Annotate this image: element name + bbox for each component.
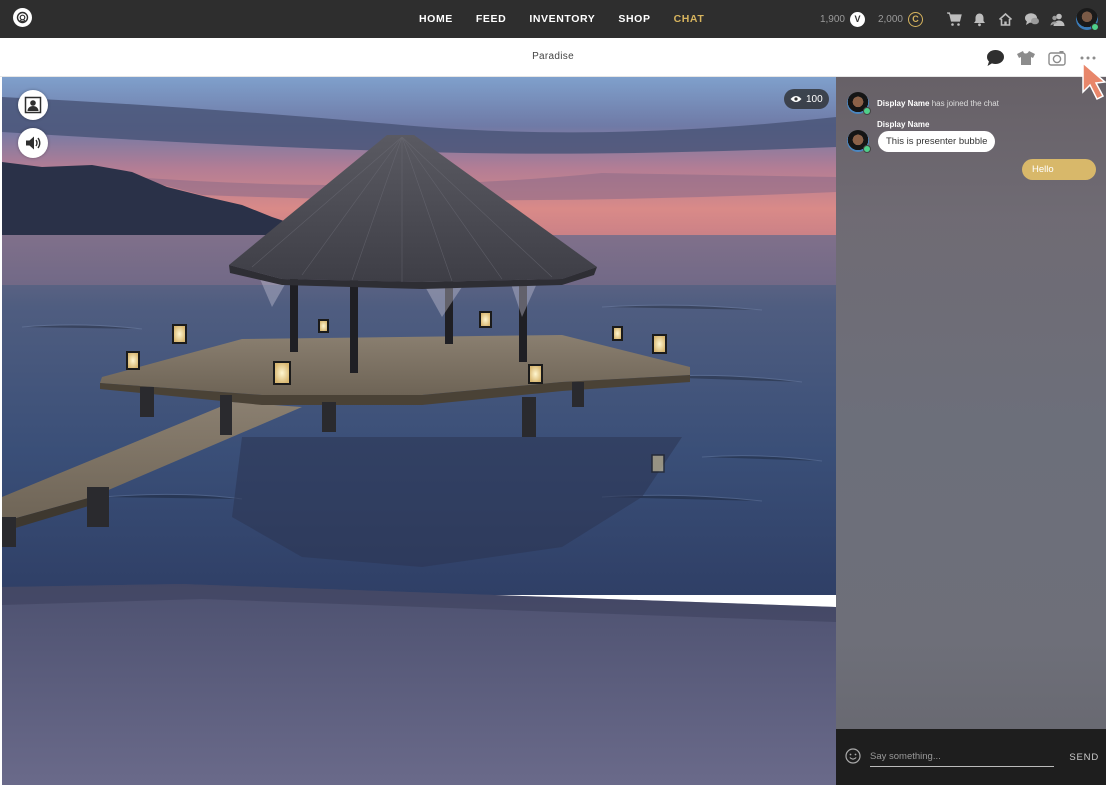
vcoin-balance: 1,900 [819,13,845,25]
nav-home-link[interactable]: HOME [419,13,453,25]
room-scene-viewport[interactable]: 100 [2,77,836,785]
app-logo-icon[interactable] [13,8,32,27]
presenter-sender-name[interactable]: Display Name [877,120,929,129]
mouse-cursor-icon [1082,61,1106,101]
nav-feed-link[interactable]: FEED [476,13,506,25]
eye-icon [790,96,802,102]
system-message-text: Display Name has joined the chat [877,99,999,108]
chat-bubble-icon[interactable] [985,48,1005,68]
credits-balance: 2,000 [877,13,903,25]
chat-panel: Display Name has joined the chat Display… [836,77,1106,785]
presenter-icon [24,96,42,114]
viewer-count: 100 [806,93,823,105]
system-message-body: has joined the chat [931,99,999,108]
system-message-sender[interactable]: Display Name [877,99,929,108]
profile-avatar[interactable] [1076,8,1099,31]
send-button[interactable]: SEND [1069,752,1099,763]
room-header: Paradise [0,38,1106,77]
presenter-bubble: This is presenter bubble [878,131,996,152]
nav-chat-link[interactable]: CHAT [674,13,705,25]
system-message: Display Name has joined the chat [847,92,999,115]
paradise-scene-illustration [2,77,836,785]
emoji-icon[interactable] [845,748,861,764]
chat-input-bar: SEND [836,729,1106,785]
top-navigation: HOME FEED INVENTORY SHOP CHAT 1,900 V 2,… [0,0,1106,38]
avatar[interactable] [847,92,871,115]
cart-icon[interactable] [945,11,962,28]
bell-icon[interactable] [971,11,988,28]
online-status-icon [1091,23,1099,31]
avatar[interactable] [847,130,871,153]
outfit-icon[interactable] [1016,48,1036,68]
camera-icon[interactable] [1047,48,1067,68]
friends-icon[interactable] [1049,11,1066,28]
viewer-count-badge: 100 [784,89,829,109]
online-status-icon [863,107,871,115]
nav-inventory-link[interactable]: INVENTORY [529,13,595,25]
vcoin-icon: V [849,11,865,27]
presenter-view-button[interactable] [18,90,48,120]
home-icon[interactable] [997,11,1014,28]
online-status-icon [863,145,871,153]
sound-toggle-button[interactable] [18,128,48,158]
chat-message-input[interactable] [870,747,1054,767]
room-title: Paradise [532,51,574,62]
nav-right-cluster: 1,900 V 2,000 C [819,0,1099,38]
speaker-icon [26,136,41,150]
main-nav-links: HOME FEED INVENTORY SHOP CHAT [419,0,727,38]
messages-icon[interactable] [1023,11,1040,28]
presenter-message: This is presenter bubble [847,130,996,153]
credits-icon: C [908,11,923,27]
nav-shop-link[interactable]: SHOP [618,13,650,25]
own-message-bubble: Hello [1022,159,1096,180]
